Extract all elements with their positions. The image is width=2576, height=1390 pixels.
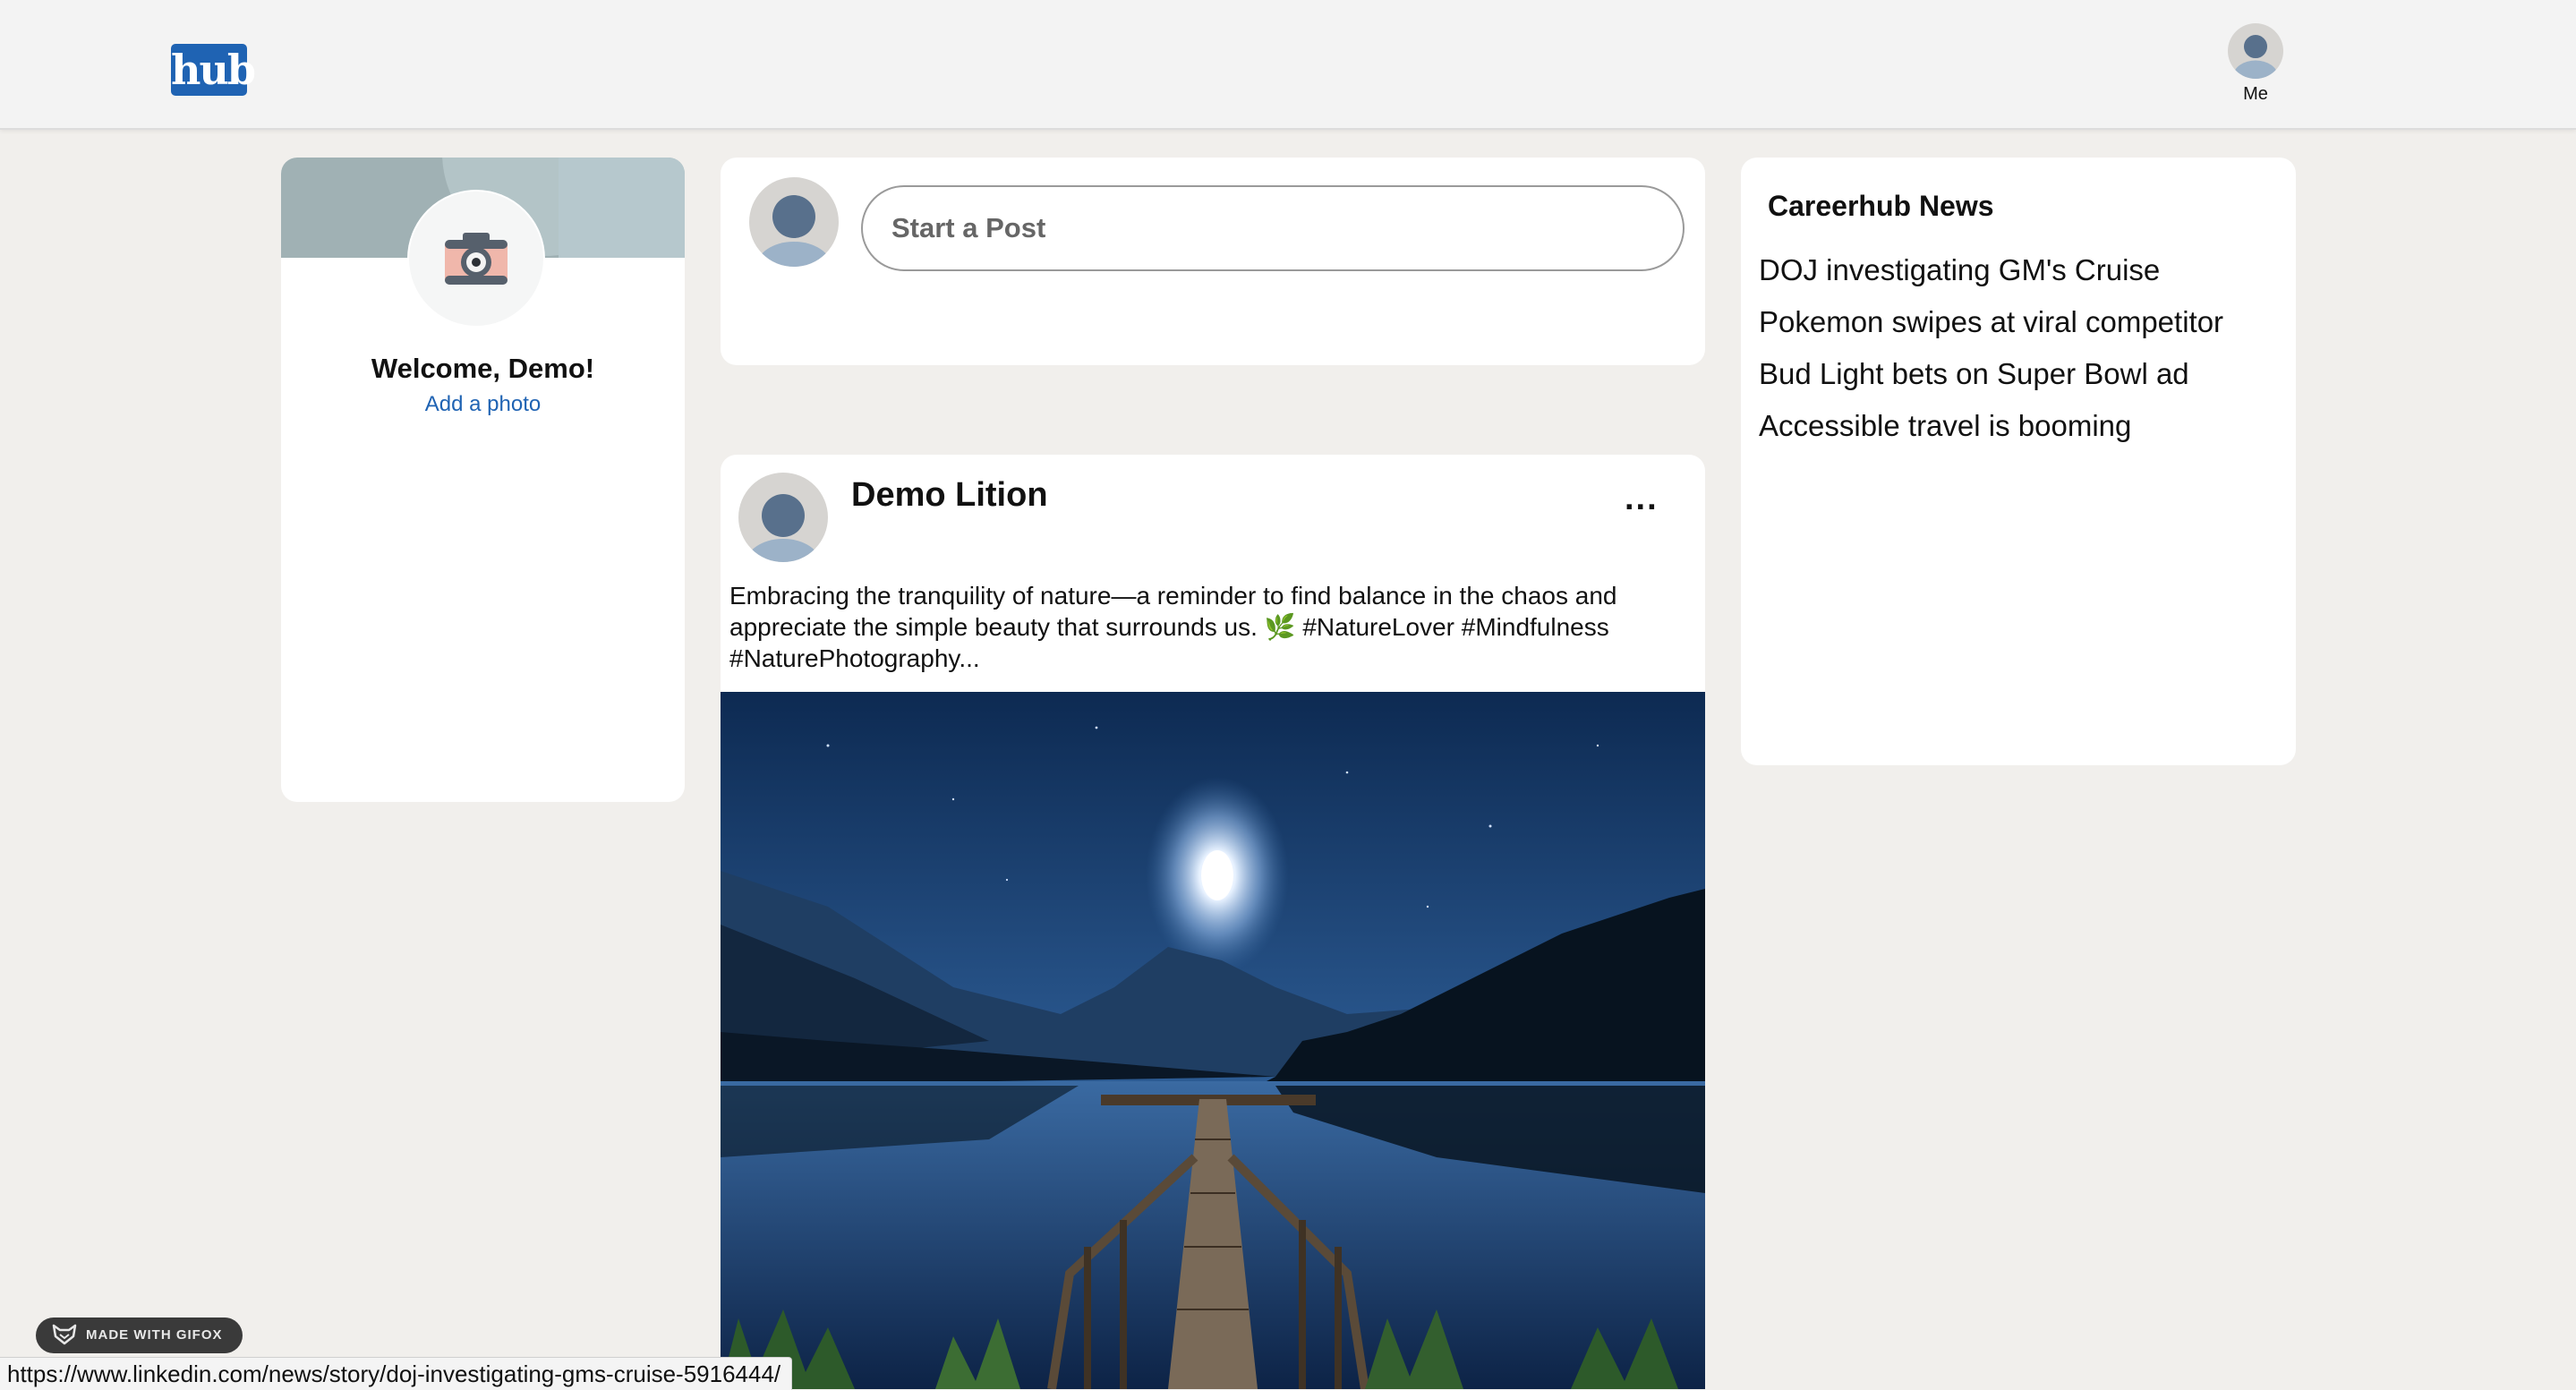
profile-card: Welcome, Demo! Add a photo bbox=[281, 158, 685, 802]
author-avatar-icon[interactable] bbox=[738, 473, 828, 562]
post-image[interactable] bbox=[721, 692, 1705, 1389]
news-item[interactable]: Bud Light bets on Super Bowl ad bbox=[1759, 356, 2223, 408]
me-label[interactable]: Me bbox=[2220, 84, 2291, 105]
post-composer-card: Start a Post bbox=[721, 158, 1705, 365]
news-card: Careerhub News DOJ investigating GM's Cr… bbox=[1741, 158, 2296, 765]
gifox-fox-icon bbox=[52, 1324, 77, 1344]
me-menu[interactable]: Me bbox=[2220, 23, 2291, 105]
news-item[interactable]: DOJ investigating GM's Cruise bbox=[1759, 252, 2223, 304]
news-item[interactable]: Accessible travel is booming bbox=[1759, 408, 2223, 460]
gifox-label: MADE WITH GIFOX bbox=[86, 1327, 223, 1343]
start-post-input[interactable]: Start a Post bbox=[861, 185, 1685, 271]
top-nav-bar: hub Me bbox=[0, 0, 2576, 130]
add-photo-link[interactable]: Add a photo bbox=[281, 392, 685, 417]
link-status-bar: https://www.linkedin.com/news/story/doj-… bbox=[0, 1357, 793, 1390]
news-item[interactable]: Pokemon swipes at viral competitor bbox=[1759, 304, 2223, 356]
more-options-icon[interactable]: ... bbox=[1625, 480, 1659, 518]
camera-icon bbox=[445, 233, 508, 285]
banner-decoration bbox=[559, 158, 685, 258]
user-avatar-icon bbox=[749, 177, 839, 267]
hub-logo[interactable]: hub bbox=[171, 44, 256, 96]
post-author-name[interactable]: Demo Lition bbox=[851, 476, 1048, 515]
news-list: DOJ investigating GM's Cruise Pokemon sw… bbox=[1759, 252, 2223, 460]
gifox-watermark: MADE WITH GIFOX bbox=[36, 1318, 243, 1353]
post-body-text: Embracing the tranquility of nature—a re… bbox=[729, 582, 1617, 672]
welcome-heading: Welcome, Demo! bbox=[371, 353, 595, 384]
news-title: Careerhub News bbox=[1768, 190, 1994, 222]
feed-post: Demo Lition ... Embracing the tranquilit… bbox=[721, 455, 1705, 1389]
me-avatar-icon[interactable] bbox=[2228, 23, 2283, 79]
profile-photo[interactable] bbox=[407, 190, 545, 328]
